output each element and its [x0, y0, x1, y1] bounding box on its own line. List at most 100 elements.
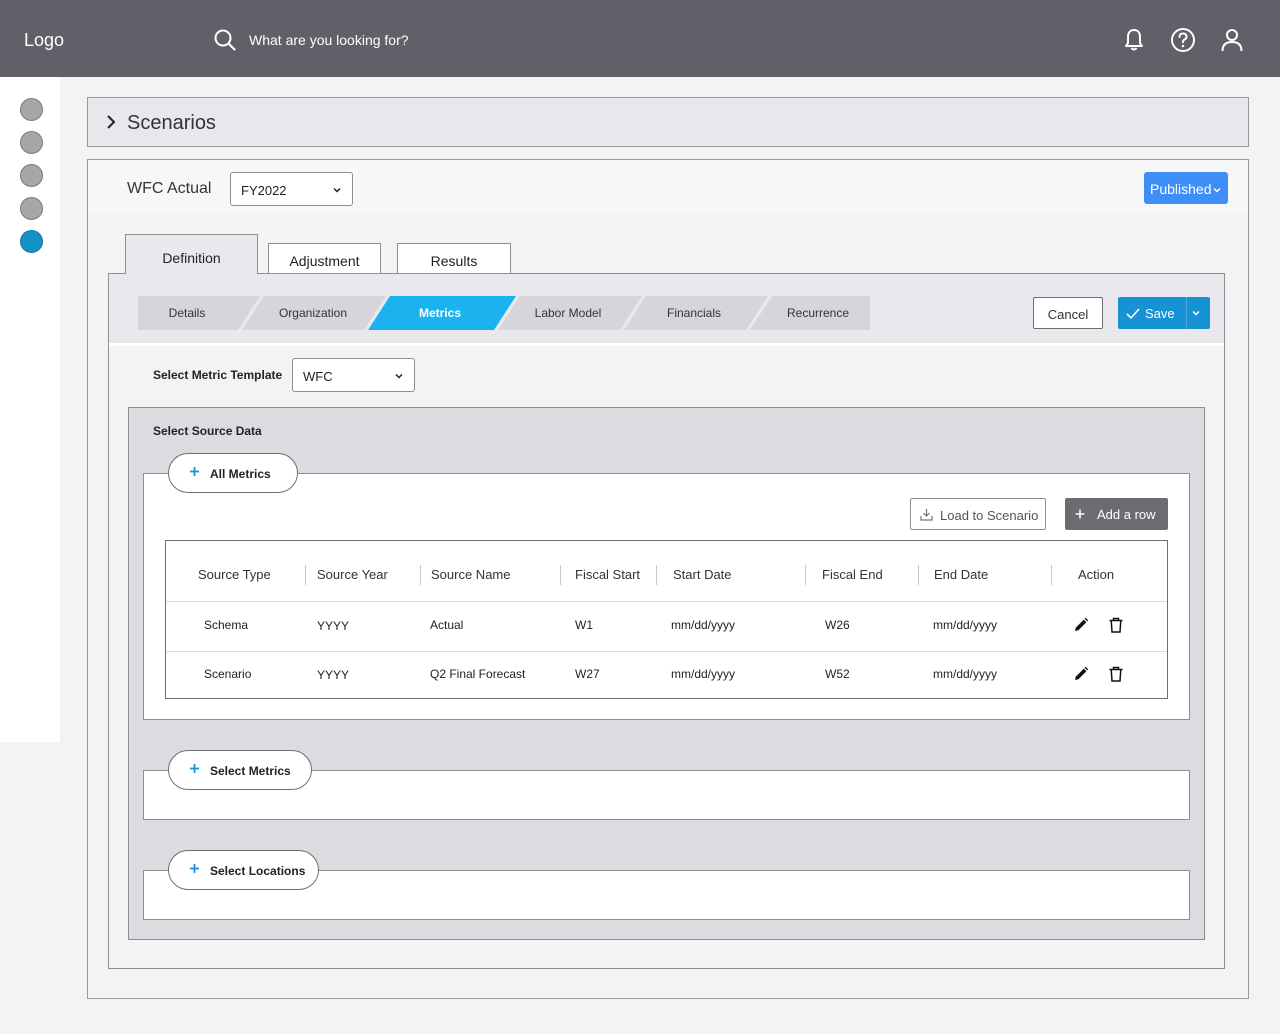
nav-dot-3[interactable]	[20, 164, 43, 187]
tab-results[interactable]: Results	[397, 243, 511, 274]
save-label: Save	[1145, 306, 1175, 321]
cell-start-date: mm/dd/yyyy	[671, 667, 736, 681]
source-data-label: Select Source Data	[153, 424, 262, 438]
cell-source-name: Actual	[430, 618, 464, 632]
select-locations-button[interactable]: Select Locations	[168, 850, 319, 890]
delete-icon[interactable]	[1108, 666, 1124, 682]
definition-panel: Details Organization Metrics Labor Model…	[108, 273, 1225, 969]
load-to-scenario-label: Load to Scenario	[940, 508, 1039, 523]
cell-source-type: Schema	[204, 618, 249, 632]
side-navigation	[0, 77, 60, 742]
scenarios-panel[interactable]: Scenarios	[87, 97, 1249, 147]
column-divider[interactable]	[656, 565, 657, 585]
nav-dot-2[interactable]	[20, 131, 43, 154]
plus-icon	[190, 764, 199, 773]
top-bar: Logo What are you looking for?	[0, 0, 1280, 77]
chevron-down-icon[interactable]	[1191, 308, 1201, 318]
published-label: Published	[1150, 181, 1212, 197]
column-header: Action	[1078, 567, 1115, 582]
column-header[interactable]: Source Year	[317, 567, 388, 582]
column-divider[interactable]	[560, 565, 561, 585]
step-metrics[interactable]: Metrics	[410, 306, 470, 320]
download-icon	[920, 509, 933, 521]
cell-end-date: mm/dd/yyyy	[933, 667, 998, 681]
edit-icon[interactable]	[1073, 617, 1089, 633]
cell-source-name: Q2 Final Forecast	[430, 667, 526, 681]
metric-template-select[interactable]: WFC	[292, 358, 415, 392]
column-header[interactable]: Start Date	[673, 567, 732, 582]
select-locations-label: Select Locations	[210, 864, 306, 878]
published-status-button[interactable]: Published	[1144, 172, 1228, 204]
metric-template-value: WFC	[303, 369, 333, 384]
nav-dot-5-active[interactable]	[20, 230, 43, 253]
scenario-title: WFC Actual	[127, 180, 212, 197]
scenario-editor: WFC Actual FY2022 Published Definition A…	[87, 159, 1249, 999]
chevron-down-icon	[1213, 187, 1221, 193]
column-header[interactable]: Source Type	[198, 567, 271, 582]
row-divider	[166, 651, 1167, 652]
edit-icon[interactable]	[1073, 666, 1089, 682]
step-labor-model[interactable]: Labor Model	[527, 306, 609, 320]
scenarios-title: Scenarios	[127, 112, 216, 134]
column-header[interactable]: Fiscal End	[822, 567, 883, 582]
delete-icon[interactable]	[1108, 617, 1124, 633]
column-divider[interactable]	[420, 565, 421, 585]
select-metrics-label: Select Metrics	[210, 764, 291, 778]
all-metrics-label: All Metrics	[210, 467, 271, 481]
bell-icon[interactable]	[1121, 27, 1147, 53]
column-divider[interactable]	[918, 565, 919, 585]
source-data-section: Select Source Data All Metrics Load to S…	[128, 407, 1205, 940]
cell-fiscal-start: W27	[575, 667, 600, 681]
column-divider[interactable]	[1051, 565, 1052, 585]
tab-adjustment[interactable]: Adjustment	[268, 243, 381, 274]
column-header[interactable]: End Date	[934, 567, 988, 582]
search-input[interactable]: What are you looking for?	[249, 32, 409, 48]
all-metrics-button[interactable]: All Metrics	[168, 453, 298, 493]
step-details[interactable]: Details	[157, 306, 217, 320]
column-divider[interactable]	[305, 565, 306, 585]
all-metrics-panel: Load to Scenario Add a row Source Type S…	[143, 473, 1190, 720]
cell-fiscal-end: W26	[825, 618, 850, 632]
cell-source-type: Scenario	[204, 667, 252, 681]
cell-end-date: mm/dd/yyyy	[933, 618, 998, 632]
cancel-button[interactable]: Cancel	[1033, 297, 1103, 329]
scenario-header: WFC Actual FY2022 Published	[88, 160, 1248, 214]
fiscal-year-select[interactable]: FY2022	[230, 172, 353, 206]
column-divider[interactable]	[805, 565, 806, 585]
check-icon	[1126, 308, 1140, 320]
logo[interactable]: Logo	[24, 30, 64, 51]
add-row-label: Add a row	[1097, 507, 1156, 522]
plus-icon	[1075, 509, 1085, 519]
plus-icon	[190, 467, 199, 476]
load-to-scenario-button[interactable]: Load to Scenario	[910, 498, 1046, 530]
chevron-right-icon[interactable]	[104, 114, 118, 130]
nav-dot-1[interactable]	[20, 98, 43, 121]
cell-source-year: YYYY	[317, 668, 350, 682]
cell-source-year: YYYY	[317, 619, 350, 633]
column-header[interactable]: Source Name	[431, 567, 510, 582]
plus-icon	[190, 864, 199, 873]
user-icon[interactable]	[1219, 27, 1245, 53]
tab-definition[interactable]: Definition	[125, 234, 258, 274]
chevron-down-icon	[395, 373, 403, 379]
header-divider	[166, 601, 1167, 602]
step-bar: Details Organization Metrics Labor Model…	[109, 274, 1224, 346]
cell-start-date: mm/dd/yyyy	[671, 618, 736, 632]
save-separator	[1186, 297, 1187, 329]
select-metrics-button[interactable]: Select Metrics	[168, 750, 312, 790]
add-row-button[interactable]: Add a row	[1065, 498, 1168, 530]
step-organization[interactable]: Organization	[273, 306, 353, 320]
cell-fiscal-end: W52	[825, 667, 850, 681]
source-data-table: Source Type Source Year Source Name Fisc…	[165, 540, 1168, 699]
save-button[interactable]: Save	[1118, 297, 1210, 329]
chevron-down-icon	[333, 187, 341, 193]
step-financials[interactable]: Financials	[655, 306, 733, 320]
wizard-steps	[138, 296, 870, 330]
help-icon[interactable]	[1170, 27, 1196, 53]
metric-template-label: Select Metric Template	[153, 368, 283, 382]
column-header[interactable]: Fiscal Start	[575, 567, 640, 582]
step-recurrence[interactable]: Recurrence	[782, 306, 854, 320]
search-icon[interactable]	[214, 29, 236, 51]
fiscal-year-value: FY2022	[241, 183, 287, 198]
nav-dot-4[interactable]	[20, 197, 43, 220]
